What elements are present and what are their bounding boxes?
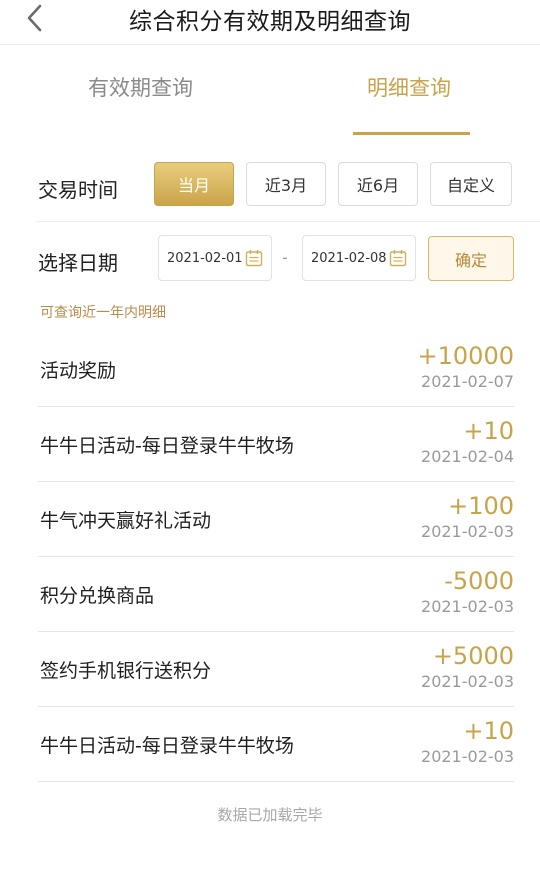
tab-detail-query[interactable]: 明细查询	[367, 72, 451, 102]
record-date: 2021-02-03	[421, 672, 514, 691]
points-query-page: 综合积分有效期及明细查询 有效期查询 明细查询 交易时间 当月 近3月 近6月 …	[0, 0, 540, 875]
record-points: -5000	[444, 567, 514, 595]
list-item[interactable]: 牛牛日活动-每日登录牛牛牧场 +10 2021-02-04	[38, 407, 514, 482]
end-date-value: 2021-02-08	[311, 250, 387, 266]
date-range-separator: -	[282, 248, 288, 267]
record-name: 牛气冲天赢好礼活动	[40, 510, 212, 532]
record-name: 活动奖励	[40, 360, 117, 382]
tab-bar: 有效期查询 明细查询	[0, 48, 540, 136]
record-name: 牛牛日活动-每日登录牛牛牧场	[40, 735, 294, 757]
record-date: 2021-02-03	[421, 747, 514, 766]
confirm-button[interactable]: 确定	[428, 236, 514, 281]
record-points: +100	[448, 492, 514, 520]
period-custom-button[interactable]: 自定义	[430, 162, 512, 206]
query-range-hint: 可查询近一年内明细	[40, 305, 166, 321]
list-item[interactable]: 签约手机银行送积分 +5000 2021-02-03	[38, 632, 514, 707]
select-date-label: 选择日期	[38, 251, 118, 275]
record-date: 2021-02-03	[421, 522, 514, 541]
record-points: +5000	[432, 642, 514, 670]
points-record-list: 活动奖励 +10000 2021-02-07 牛牛日活动-每日登录牛牛牧场 +1…	[38, 332, 514, 782]
calendar-icon	[245, 250, 263, 267]
divider	[36, 221, 540, 222]
period-current-month-button[interactable]: 当月	[154, 162, 234, 206]
list-item[interactable]: 积分兑换商品 -5000 2021-02-03	[38, 557, 514, 632]
record-points: +10000	[417, 342, 514, 370]
record-date: 2021-02-04	[421, 447, 514, 466]
record-date: 2021-02-07	[421, 372, 514, 391]
header: 综合积分有效期及明细查询	[0, 0, 540, 45]
period-3-months-button[interactable]: 近3月	[246, 162, 326, 206]
list-item[interactable]: 牛气冲天赢好礼活动 +100 2021-02-03	[38, 482, 514, 557]
record-date: 2021-02-03	[421, 597, 514, 616]
record-points: +10	[463, 417, 514, 445]
active-tab-indicator	[353, 132, 470, 135]
end-date-field[interactable]: 2021-02-08	[302, 235, 416, 281]
calendar-icon	[389, 250, 407, 267]
record-points: +10	[463, 717, 514, 745]
page-title: 综合积分有效期及明细查询	[129, 9, 411, 35]
period-6-months-button[interactable]: 近6月	[338, 162, 418, 206]
list-item[interactable]: 活动奖励 +10000 2021-02-07	[38, 332, 514, 407]
load-complete-text: 数据已加载完毕	[217, 806, 323, 824]
tab-validity-query[interactable]: 有效期查询	[88, 72, 193, 102]
record-name: 积分兑换商品	[40, 585, 155, 607]
transaction-time-label: 交易时间	[38, 178, 118, 202]
start-date-field[interactable]: 2021-02-01	[158, 235, 272, 281]
record-name: 牛牛日活动-每日登录牛牛牧场	[40, 435, 294, 457]
start-date-value: 2021-02-01	[167, 250, 243, 266]
record-name: 签约手机银行送积分	[40, 660, 212, 682]
list-item[interactable]: 牛牛日活动-每日登录牛牛牧场 +10 2021-02-03	[38, 707, 514, 782]
